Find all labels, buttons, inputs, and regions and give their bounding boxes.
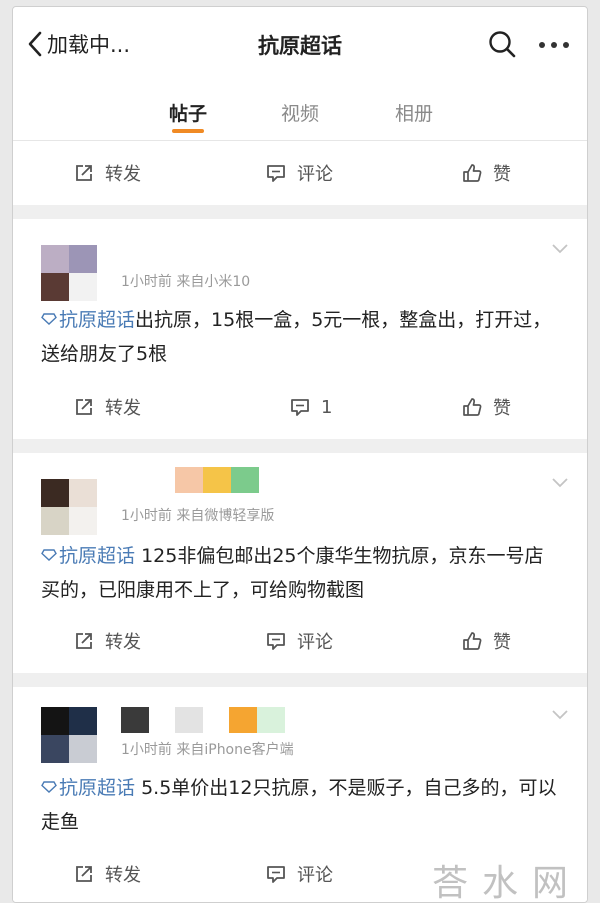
comment-button[interactable]: 评论 xyxy=(265,141,333,205)
comment-icon xyxy=(267,165,285,182)
repost-icon xyxy=(76,633,92,649)
post-body: 抗原超话 125非偏包邮出25个康华生物抗原，京东一号店买的，已阳康用不上了，可… xyxy=(41,539,559,607)
post-meta: 1小时前 来自小米10 xyxy=(121,274,251,290)
separator xyxy=(13,439,587,453)
site-watermark: 荅水网 xyxy=(432,863,583,903)
repost-button[interactable]: 转发 xyxy=(73,375,141,439)
separator xyxy=(13,673,587,687)
like-button[interactable]: 赞 xyxy=(461,141,511,205)
top-bar: 加载中... 抗原超话 xyxy=(13,7,587,77)
comment-count: 1 xyxy=(321,396,333,418)
post-actions: 转发 评论 赞 xyxy=(13,609,587,673)
topic-link[interactable]: 抗原超话 xyxy=(41,545,135,567)
repost-button[interactable]: 转发 xyxy=(73,141,141,205)
separator xyxy=(13,205,587,219)
post-meta: 1小时前 来自微博轻享版 xyxy=(121,508,275,524)
more-icon[interactable] xyxy=(537,42,571,50)
avatar[interactable] xyxy=(41,245,97,301)
topic-link[interactable]: 抗原超话 xyxy=(41,777,135,799)
post-body: 抗原超话出抗原，15根一盒，5元一根，整盒出，打开过，送给朋友了5根 xyxy=(41,303,559,371)
thumbs-up-icon xyxy=(463,632,482,650)
tab-videos[interactable]: 视频 xyxy=(270,99,330,126)
active-tab-indicator xyxy=(172,129,204,133)
super-topic-icon xyxy=(41,549,57,561)
avatar[interactable] xyxy=(41,479,97,535)
search-icon[interactable] xyxy=(487,29,517,59)
comment-icon xyxy=(291,399,309,416)
comment-button[interactable]: 1 xyxy=(289,375,332,439)
post-body: 抗原超话 5.5单价出12只抗原，不是贩子，自己多的，可以走鱼 xyxy=(41,771,559,839)
post-actions: 转发 1 赞 xyxy=(13,375,587,439)
like-button[interactable]: 赞 xyxy=(461,609,511,673)
comment-button[interactable]: 评论 xyxy=(265,843,333,902)
comment-icon xyxy=(267,633,285,650)
like-button[interactable]: 赞 xyxy=(461,375,511,439)
super-topic-icon xyxy=(41,313,57,325)
super-topic-icon xyxy=(41,781,57,793)
thumbs-up-icon xyxy=(463,398,482,416)
tab-bar: 帖子 视频 相册 xyxy=(13,77,587,141)
comment-icon xyxy=(267,865,285,883)
chevron-down-icon[interactable] xyxy=(551,243,569,255)
avatar[interactable] xyxy=(41,707,97,763)
tab-posts[interactable]: 帖子 xyxy=(158,99,218,126)
repost-button[interactable]: 转发 xyxy=(73,609,141,673)
repost-icon xyxy=(76,865,92,882)
topic-link[interactable]: 抗原超话 xyxy=(41,309,135,331)
thumbs-up-icon xyxy=(463,164,482,182)
post-actions: 转发 评论 赞 xyxy=(13,141,587,205)
repost-icon xyxy=(76,399,92,415)
phone-screen: 加载中... 抗原超话 帖子 视频 相册 转发 评论 赞 1小时前 来自小米10… xyxy=(12,6,588,903)
chevron-down-icon[interactable] xyxy=(551,477,569,489)
tab-albums[interactable]: 相册 xyxy=(384,99,444,126)
repost-icon xyxy=(76,165,92,181)
chevron-down-icon[interactable] xyxy=(551,709,569,721)
post-meta: 1小时前 来自iPhone客户端 xyxy=(121,742,294,758)
repost-button[interactable]: 转发 xyxy=(73,843,141,902)
comment-button[interactable]: 评论 xyxy=(265,609,333,673)
